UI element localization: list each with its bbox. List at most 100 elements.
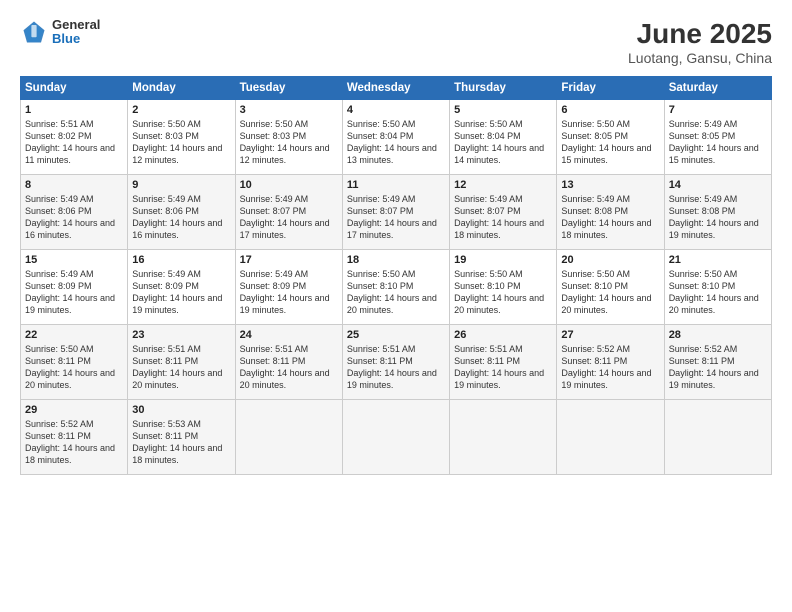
day-info: Sunrise: 5:50 AMSunset: 8:10 PMDaylight:… <box>347 268 445 317</box>
calendar-cell: 8 Sunrise: 5:49 AMSunset: 8:06 PMDaylight… <box>21 175 128 250</box>
logo-general-text: General <box>52 18 100 32</box>
day-info: Sunrise: 5:53 AMSunset: 8:11 PMDaylight:… <box>132 418 230 467</box>
col-header-tuesday: Tuesday <box>235 77 342 100</box>
calendar-cell: 9 Sunrise: 5:49 AMSunset: 8:06 PMDaylight… <box>128 175 235 250</box>
calendar-cell: 11 Sunrise: 5:49 AMSunset: 8:07 PMDayligh… <box>342 175 449 250</box>
calendar-cell: 28Sunrise: 5:52 AMSunset: 8:11 PMDayligh… <box>664 325 771 400</box>
day-number: 17 <box>240 254 338 266</box>
day-info: Sunrise: 5:52 AMSunset: 8:11 PMDaylight:… <box>25 418 123 467</box>
day-info: Sunrise: 5:50 AMSunset: 8:04 PMDaylight:… <box>347 118 445 167</box>
calendar-cell: 22Sunrise: 5:50 AMSunset: 8:11 PMDayligh… <box>21 325 128 400</box>
day-info: Sunrise: 5:49 AMSunset: 8:07 PMDaylight:… <box>347 193 445 242</box>
day-number: 11 <box>347 179 445 191</box>
calendar-cell: 7 Sunrise: 5:49 AMSunset: 8:05 PMDaylight… <box>664 100 771 175</box>
calendar-cell <box>342 400 449 475</box>
day-info: Sunrise: 5:51 AMSunset: 8:11 PMDaylight:… <box>132 343 230 392</box>
day-info: Sunrise: 5:50 AMSunset: 8:03 PMDaylight:… <box>132 118 230 167</box>
col-header-friday: Friday <box>557 77 664 100</box>
logo-text: General Blue <box>52 18 100 47</box>
day-number: 9 <box>132 179 230 191</box>
calendar-cell <box>235 400 342 475</box>
day-info: Sunrise: 5:50 AMSunset: 8:05 PMDaylight:… <box>561 118 659 167</box>
calendar-cell <box>557 400 664 475</box>
calendar-cell: 29 Sunrise: 5:52 AMSunset: 8:11 PMDayligh… <box>21 400 128 475</box>
calendar-cell: 2 Sunrise: 5:50 AMSunset: 8:03 PMDaylight… <box>128 100 235 175</box>
calendar-cell: 5 Sunrise: 5:50 AMSunset: 8:04 PMDaylight… <box>450 100 557 175</box>
day-info: Sunrise: 5:51 AMSunset: 8:11 PMDaylight:… <box>454 343 552 392</box>
day-number: 4 <box>347 104 445 116</box>
calendar-cell: 20 Sunrise: 5:50 AMSunset: 8:10 PMDayligh… <box>557 250 664 325</box>
day-info: Sunrise: 5:51 AMSunset: 8:11 PMDaylight:… <box>240 343 338 392</box>
calendar-cell: 17 Sunrise: 5:49 AMSunset: 8:09 PMDayligh… <box>235 250 342 325</box>
calendar-cell: 27 Sunrise: 5:52 AMSunset: 8:11 PMDayligh… <box>557 325 664 400</box>
day-number: 13 <box>561 179 659 191</box>
day-number: 12 <box>454 179 552 191</box>
calendar-week-1: 1Sunrise: 5:51 AMSunset: 8:02 PMDaylight… <box>21 100 772 175</box>
col-header-wednesday: Wednesday <box>342 77 449 100</box>
day-number: 15 <box>25 254 123 266</box>
day-number: 25 <box>347 329 445 341</box>
day-number: 7 <box>669 104 767 116</box>
day-number: 8 <box>25 179 123 191</box>
day-number: 14 <box>669 179 767 191</box>
day-info: Sunrise: 5:51 AMSunset: 8:11 PMDaylight:… <box>347 343 445 392</box>
day-number: 29 <box>25 404 123 416</box>
day-number: 28 <box>669 329 767 341</box>
calendar-cell: 24Sunrise: 5:51 AMSunset: 8:11 PMDayligh… <box>235 325 342 400</box>
day-info: Sunrise: 5:49 AMSunset: 8:09 PMDaylight:… <box>132 268 230 317</box>
calendar-cell: 21 Sunrise: 5:50 AMSunset: 8:10 PMDayligh… <box>664 250 771 325</box>
calendar-cell: 14 Sunrise: 5:49 AMSunset: 8:08 PMDayligh… <box>664 175 771 250</box>
col-header-monday: Monday <box>128 77 235 100</box>
day-info: Sunrise: 5:49 AMSunset: 8:05 PMDaylight:… <box>669 118 767 167</box>
day-number: 18 <box>347 254 445 266</box>
calendar-cell: 19Sunrise: 5:50 AMSunset: 8:10 PMDayligh… <box>450 250 557 325</box>
col-header-saturday: Saturday <box>664 77 771 100</box>
day-info: Sunrise: 5:49 AMSunset: 8:06 PMDaylight:… <box>25 193 123 242</box>
logo: General Blue <box>20 18 100 47</box>
calendar-cell: 1Sunrise: 5:51 AMSunset: 8:02 PMDaylight… <box>21 100 128 175</box>
day-number: 5 <box>454 104 552 116</box>
day-number: 3 <box>240 104 338 116</box>
day-info: Sunrise: 5:50 AMSunset: 8:04 PMDaylight:… <box>454 118 552 167</box>
day-info: Sunrise: 5:49 AMSunset: 8:09 PMDaylight:… <box>25 268 123 317</box>
day-number: 27 <box>561 329 659 341</box>
page: General Blue June 2025 Luotang, Gansu, C… <box>0 0 792 612</box>
day-info: Sunrise: 5:49 AMSunset: 8:06 PMDaylight:… <box>132 193 230 242</box>
calendar-cell: 30Sunrise: 5:53 AMSunset: 8:11 PMDayligh… <box>128 400 235 475</box>
calendar-cell: 6 Sunrise: 5:50 AMSunset: 8:05 PMDaylight… <box>557 100 664 175</box>
calendar-title: June 2025 <box>628 18 772 50</box>
calendar-header-row: SundayMondayTuesdayWednesdayThursdayFrid… <box>21 77 772 100</box>
day-number: 20 <box>561 254 659 266</box>
day-info: Sunrise: 5:51 AMSunset: 8:02 PMDaylight:… <box>25 118 123 167</box>
calendar-cell <box>450 400 557 475</box>
calendar-subtitle: Luotang, Gansu, China <box>628 50 772 66</box>
day-info: Sunrise: 5:49 AMSunset: 8:08 PMDaylight:… <box>669 193 767 242</box>
col-header-sunday: Sunday <box>21 77 128 100</box>
calendar-cell: 15 Sunrise: 5:49 AMSunset: 8:09 PMDayligh… <box>21 250 128 325</box>
day-info: Sunrise: 5:50 AMSunset: 8:10 PMDaylight:… <box>669 268 767 317</box>
calendar-cell <box>664 400 771 475</box>
day-info: Sunrise: 5:49 AMSunset: 8:08 PMDaylight:… <box>561 193 659 242</box>
day-info: Sunrise: 5:50 AMSunset: 8:10 PMDaylight:… <box>561 268 659 317</box>
calendar-cell: 26 Sunrise: 5:51 AMSunset: 8:11 PMDayligh… <box>450 325 557 400</box>
day-number: 26 <box>454 329 552 341</box>
day-number: 21 <box>669 254 767 266</box>
calendar-cell: 13 Sunrise: 5:49 AMSunset: 8:08 PMDayligh… <box>557 175 664 250</box>
day-number: 2 <box>132 104 230 116</box>
header: General Blue June 2025 Luotang, Gansu, C… <box>20 18 772 66</box>
calendar-cell: 12 Sunrise: 5:49 AMSunset: 8:07 PMDayligh… <box>450 175 557 250</box>
day-number: 6 <box>561 104 659 116</box>
calendar-cell: 25 Sunrise: 5:51 AMSunset: 8:11 PMDayligh… <box>342 325 449 400</box>
title-block: June 2025 Luotang, Gansu, China <box>628 18 772 66</box>
calendar-week-2: 8 Sunrise: 5:49 AMSunset: 8:06 PMDaylight… <box>21 175 772 250</box>
day-info: Sunrise: 5:52 AMSunset: 8:11 PMDaylight:… <box>561 343 659 392</box>
day-info: Sunrise: 5:50 AMSunset: 8:10 PMDaylight:… <box>454 268 552 317</box>
day-info: Sunrise: 5:49 AMSunset: 8:09 PMDaylight:… <box>240 268 338 317</box>
calendar-week-4: 22Sunrise: 5:50 AMSunset: 8:11 PMDayligh… <box>21 325 772 400</box>
day-number: 10 <box>240 179 338 191</box>
logo-blue-text: Blue <box>52 32 100 46</box>
calendar-cell: 3Sunrise: 5:50 AMSunset: 8:03 PMDaylight… <box>235 100 342 175</box>
calendar-week-3: 15 Sunrise: 5:49 AMSunset: 8:09 PMDayligh… <box>21 250 772 325</box>
day-info: Sunrise: 5:49 AMSunset: 8:07 PMDaylight:… <box>454 193 552 242</box>
col-header-thursday: Thursday <box>450 77 557 100</box>
